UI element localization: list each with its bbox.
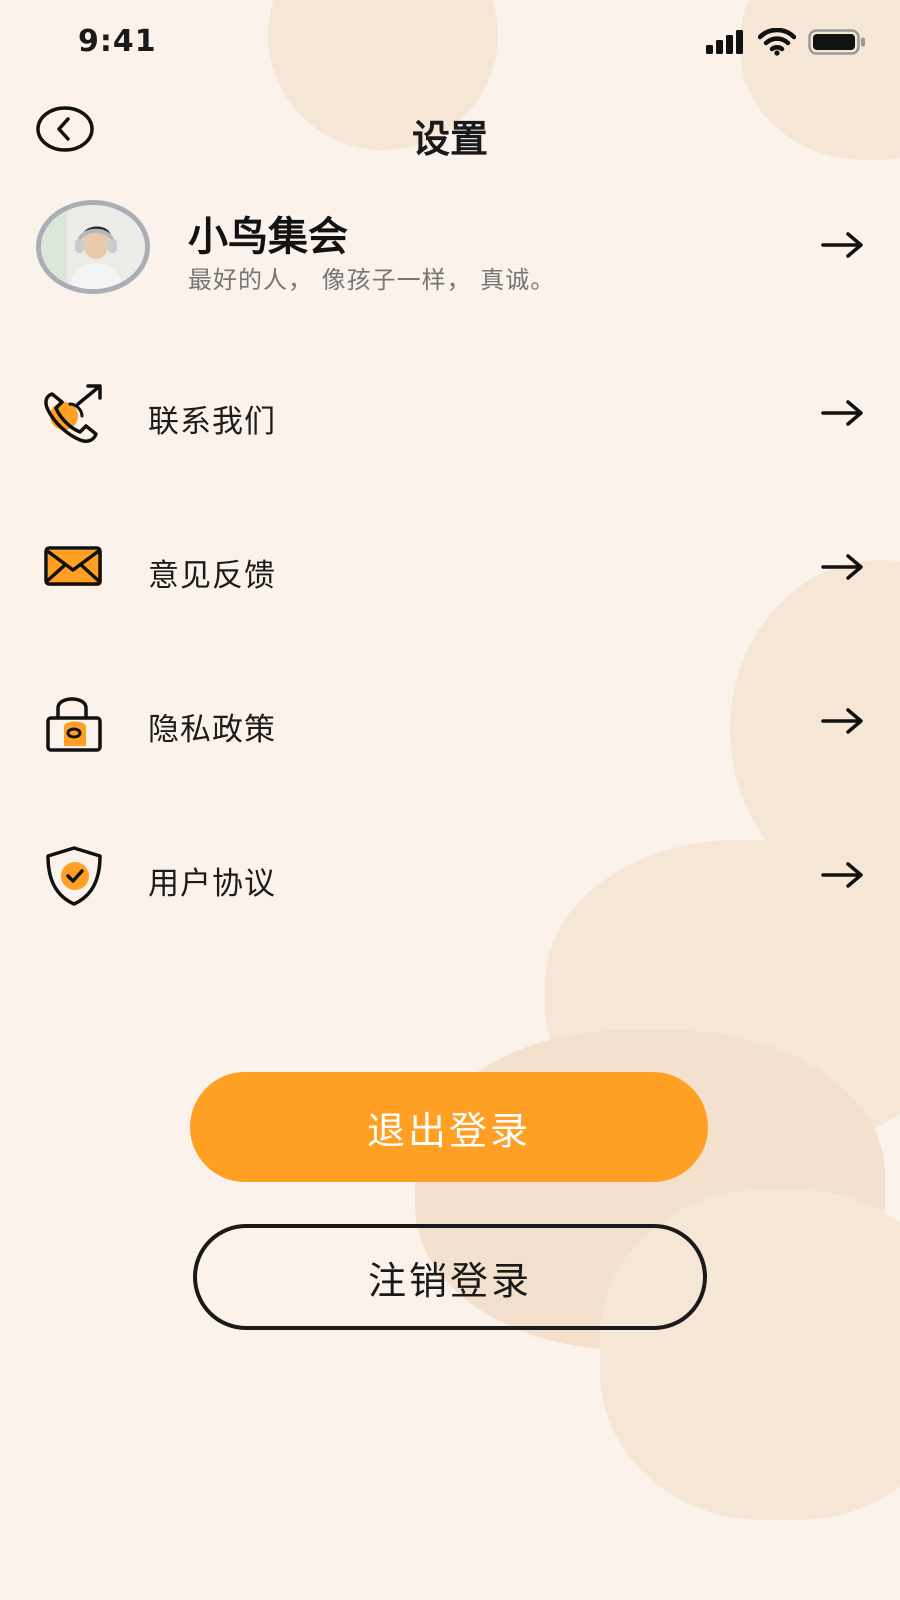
logout-button[interactable]: 退出登录 [190, 1072, 708, 1182]
arrow-right-icon [821, 554, 863, 580]
phone-call-icon [44, 384, 102, 443]
envelope-icon [44, 546, 102, 586]
status-icons [706, 28, 866, 56]
lock-icon [46, 697, 102, 752]
shield-check-icon [46, 846, 102, 906]
avatar-image [41, 205, 145, 289]
avatar [36, 200, 150, 294]
arrow-right-icon [821, 862, 863, 888]
menu-item-label: 用户协议 [148, 866, 276, 902]
profile-row[interactable]: 小鸟集会 最好的人， 像孩子一样， 真诚。 [36, 200, 866, 300]
menu-item-contact-us[interactable]: 联系我们 [40, 382, 866, 462]
arrow-right-icon [821, 232, 863, 258]
menu-item-feedback[interactable]: 意见反馈 [40, 536, 866, 616]
menu-item-label: 联系我们 [148, 404, 276, 440]
menu-item-label: 隐私政策 [148, 712, 276, 748]
profile-motto: 最好的人， 像孩子一样， 真诚。 [188, 266, 556, 294]
cellular-signal-icon [706, 30, 743, 54]
settings-screen: 9:41 设置 小鸟集会 最好的人， 像孩子一样， 真诚。 联系我们 意见反馈 … [0, 0, 900, 1600]
status-time: 9:41 [78, 24, 157, 59]
battery-icon [808, 29, 865, 55]
menu-item-privacy-policy[interactable]: 隐私政策 [40, 690, 866, 770]
wifi-icon [758, 28, 796, 56]
profile-name: 小鸟集会 [188, 214, 348, 260]
page-title: 设置 [411, 117, 488, 161]
arrow-right-icon [821, 400, 863, 426]
deregister-button[interactable]: 注销登录 [193, 1224, 707, 1330]
menu-item-label: 意见反馈 [148, 558, 276, 594]
arrow-right-icon [821, 708, 863, 734]
menu-item-user-agreement[interactable]: 用户协议 [40, 844, 866, 924]
